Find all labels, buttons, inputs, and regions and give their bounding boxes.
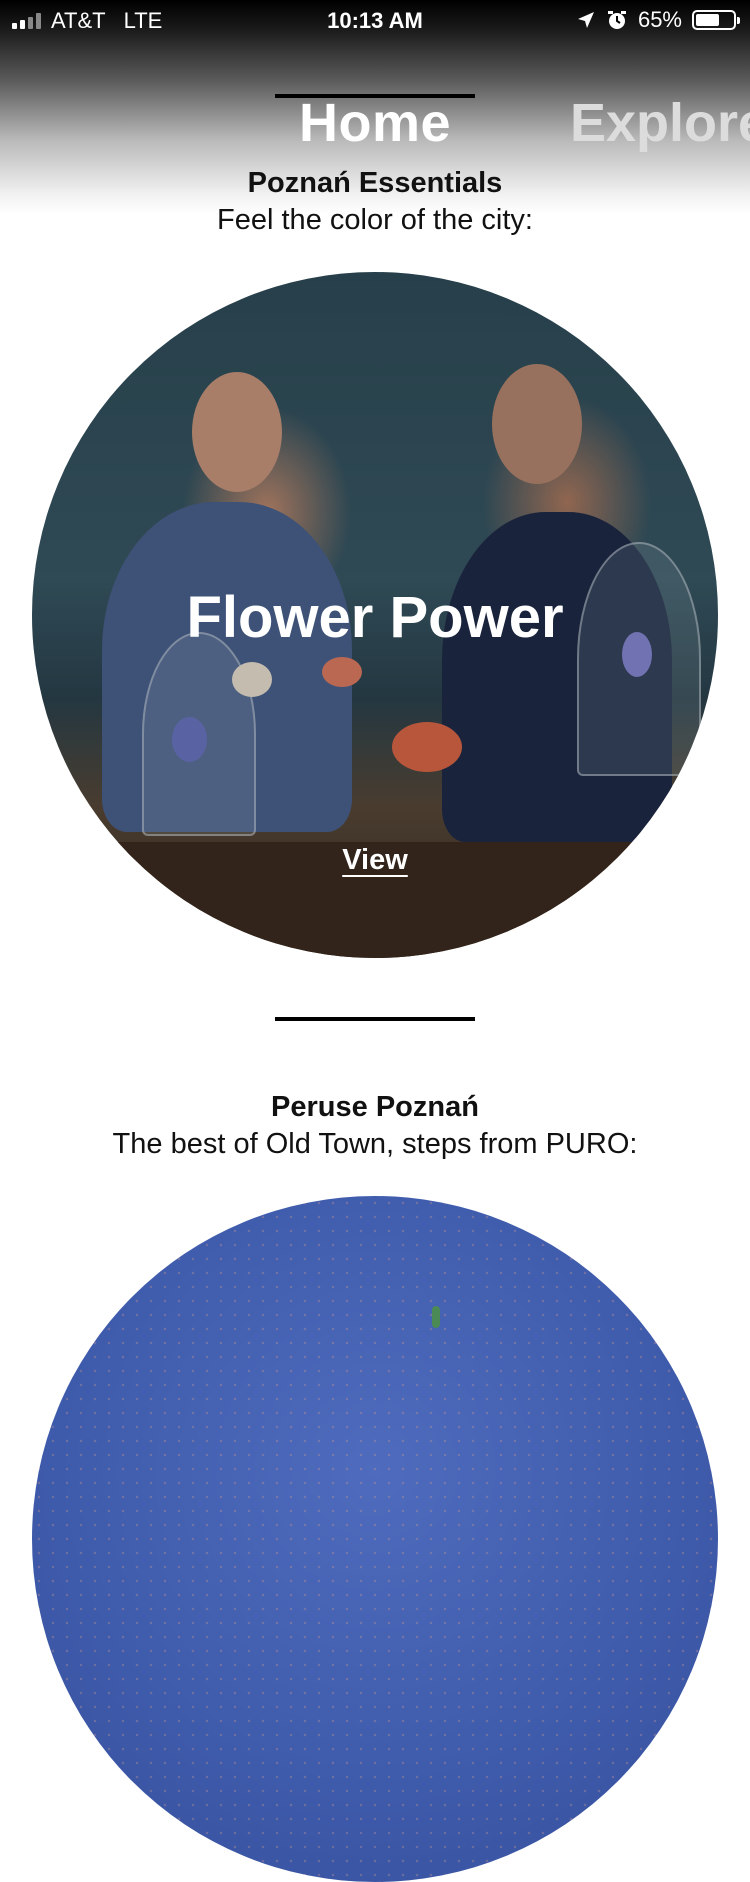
battery-icon [692, 10, 740, 30]
feature-card-title: Flower Power [186, 585, 564, 650]
section-divider [275, 1017, 475, 1021]
photo-sprig [432, 1306, 440, 1328]
battery-percent: 65% [637, 7, 682, 32]
alarm-icon [607, 11, 626, 29]
status-right: 65% [576, 7, 740, 33]
feature-card-image[interactable] [32, 1196, 718, 1882]
tab-explore[interactable]: Explore [570, 92, 750, 154]
section-title: Peruse Poznań [271, 1091, 479, 1123]
tab-home[interactable]: Home [275, 92, 475, 154]
status-bar: AT&T LTE 10:13 AM 65% [0, 0, 750, 40]
view-link[interactable]: View [337, 844, 413, 877]
image-texture [32, 1196, 718, 1882]
section-subtitle: The best of Old Town, steps from PURO: [112, 1128, 638, 1160]
section-subtitle: Feel the color of the city: [217, 204, 533, 236]
section-title: Poznań Essentials [247, 167, 503, 199]
location-arrow-icon [577, 12, 594, 28]
